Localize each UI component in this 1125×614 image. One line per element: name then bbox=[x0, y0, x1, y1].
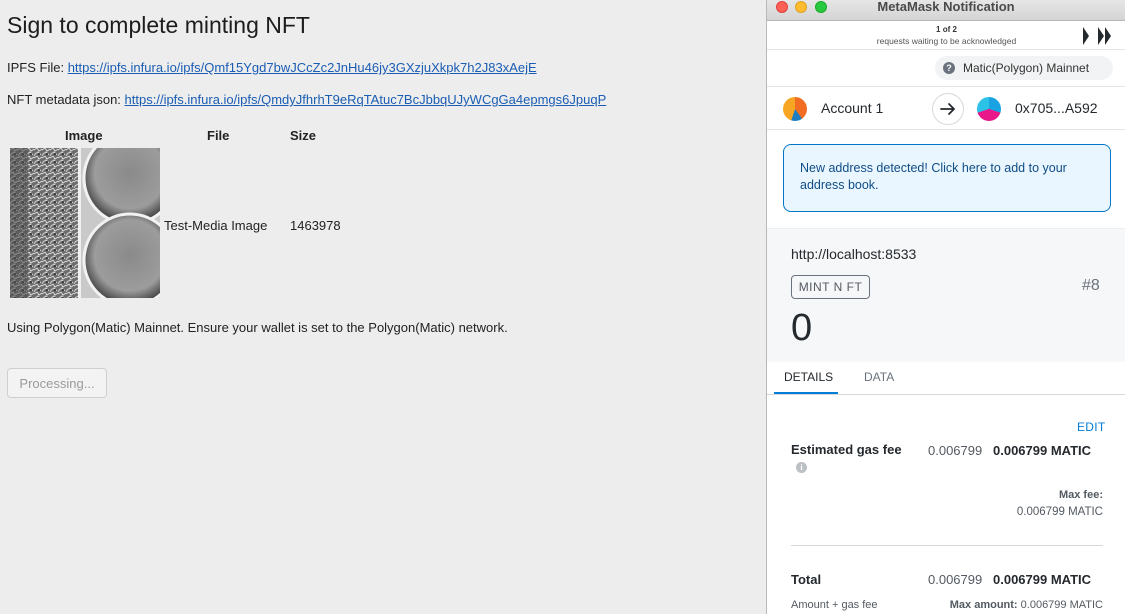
nonce: #8 bbox=[1082, 277, 1100, 294]
request-queue-bar: 1 of 2 requests waiting to be acknowledg… bbox=[767, 22, 1125, 50]
max-fee-value: 0.006799 MATIC bbox=[1016, 506, 1103, 518]
nft-metadata-row: NFT metadata json: https://ipfs.infura.i… bbox=[7, 92, 606, 107]
queue-count: 1 of 2 bbox=[936, 25, 957, 34]
next-request-icon[interactable] bbox=[1082, 27, 1090, 50]
tab-data[interactable]: DATA bbox=[864, 370, 894, 384]
page-title: Sign to complete minting NFT bbox=[7, 12, 310, 38]
gas-fee-primary: 0.006799 MATIC bbox=[993, 443, 1092, 458]
max-fee-label: Max fee: bbox=[1058, 489, 1103, 501]
edit-gas-button[interactable]: EDIT bbox=[1077, 420, 1106, 434]
file-size-cell: 1463978 bbox=[290, 218, 341, 233]
processing-button[interactable]: Processing... bbox=[7, 368, 107, 398]
window-title: MetaMask Notification bbox=[877, 0, 1015, 14]
network-selector[interactable]: ? Matic(Polygon) Mainnet bbox=[935, 56, 1113, 80]
network-label: Matic(Polygon) Mainnet bbox=[963, 61, 1090, 75]
active-tab-indicator bbox=[774, 392, 838, 394]
column-header-size: Size bbox=[290, 128, 317, 143]
ipfs-file-label: IPFS File: bbox=[7, 60, 68, 75]
max-amount-value: 0.006799 MATIC bbox=[1020, 599, 1103, 611]
estimated-gas-fee-label: Estimated gas fee bbox=[791, 442, 902, 457]
tab-details[interactable]: DETAILS bbox=[784, 370, 833, 384]
column-header-image: Image bbox=[65, 128, 103, 143]
method-badge: MINT N FT bbox=[791, 275, 870, 299]
sender-recipient-row: Account 1 0x705...A592 bbox=[767, 86, 1125, 130]
recipient-avatar bbox=[977, 97, 1001, 121]
transaction-amount: 0 bbox=[791, 307, 813, 349]
window-titlebar: MetaMask Notification bbox=[767, 0, 1125, 21]
amount-plus-gas-label: Amount + gas fee bbox=[791, 599, 878, 611]
column-header-file: File bbox=[207, 128, 230, 143]
gas-fee-secondary: 0.006799 bbox=[928, 443, 983, 458]
recipient-address[interactable]: 0x705...A592 bbox=[1015, 100, 1098, 116]
network-note: Using Polygon(Matic) Mainnet. Ensure you… bbox=[7, 320, 508, 335]
metamask-window: MetaMask Notification 1 of 2 requests wa… bbox=[766, 0, 1125, 614]
help-icon: ? bbox=[943, 62, 955, 74]
total-primary: 0.006799 MATIC bbox=[993, 572, 1092, 587]
sender-avatar bbox=[783, 97, 807, 121]
transaction-summary: http://localhost:8533 MINT N FT #8 0 bbox=[767, 228, 1125, 362]
nft-metadata-label: NFT metadata json: bbox=[7, 92, 125, 107]
ipfs-file-link[interactable]: https://ipfs.infura.io/ipfs/Qmf15Ygd7bwJ… bbox=[68, 60, 537, 75]
last-request-icon[interactable] bbox=[1098, 27, 1112, 50]
total-label: Total bbox=[791, 572, 822, 587]
new-address-notice[interactable]: New address detected! Click here to add … bbox=[783, 144, 1111, 212]
nft-image-thumbnail bbox=[10, 148, 160, 298]
total-secondary: 0.006799 bbox=[928, 572, 983, 587]
max-amount: Max amount: 0.006799 MATIC bbox=[950, 599, 1103, 611]
nft-metadata-link[interactable]: https://ipfs.infura.io/ipfs/QmdyJfhrhT9e… bbox=[125, 92, 607, 107]
queue-note: requests waiting to be acknowledged bbox=[876, 36, 1017, 46]
sender-account-name[interactable]: Account 1 bbox=[821, 100, 883, 116]
dapp-page: Sign to complete minting NFT IPFS File: … bbox=[0, 0, 766, 614]
tab-bar: DETAILS DATA bbox=[767, 362, 1125, 395]
file-name-cell: Test-Media Image bbox=[164, 218, 268, 233]
max-amount-label: Max amount: bbox=[949, 599, 1018, 611]
divider bbox=[791, 545, 1103, 546]
arrow-right-icon bbox=[932, 93, 964, 125]
ipfs-file-row: IPFS File: https://ipfs.infura.io/ipfs/Q… bbox=[7, 60, 537, 75]
origin-url: http://localhost:8533 bbox=[791, 246, 917, 262]
info-icon[interactable]: i bbox=[796, 462, 807, 473]
